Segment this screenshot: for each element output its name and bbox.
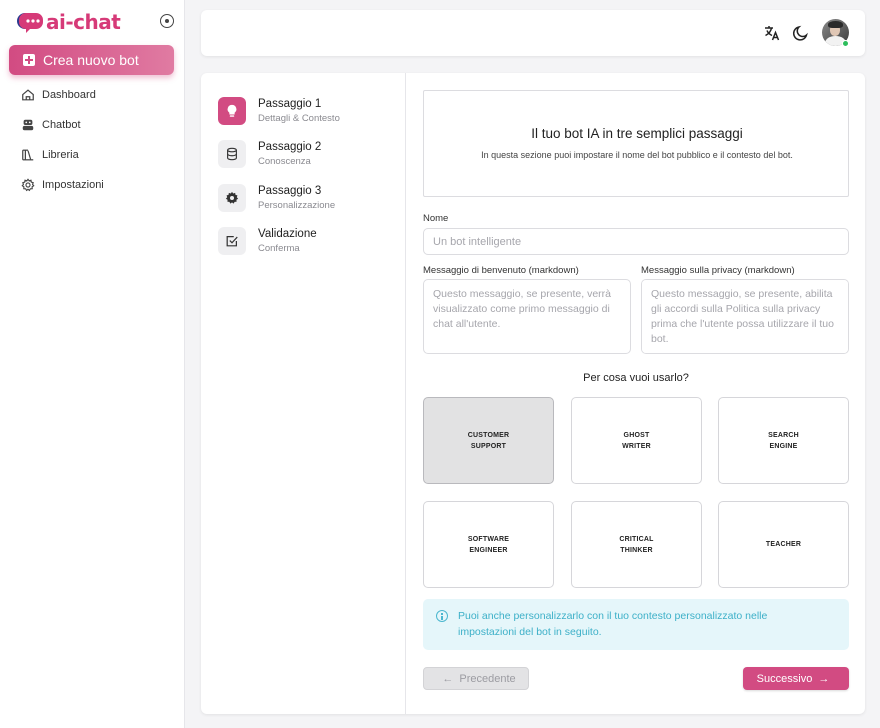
sidebar-item-chatbot[interactable]: Chatbot <box>0 110 184 140</box>
step-title: Passaggio 2 <box>258 141 322 153</box>
use-case-software-engineer[interactable]: SOFTWARE ENGINEER <box>423 501 554 588</box>
step-title: Passaggio 3 <box>258 185 322 197</box>
use-case-critical-thinker[interactable]: CRITICAL THINKER <box>571 501 702 588</box>
step-3[interactable]: Passaggio 3 Personalizzazione <box>218 184 398 216</box>
intro-subtitle: In questa sezione puoi impostare il nome… <box>481 150 793 160</box>
use-case-search-engine[interactable]: SEARCH ENGINE <box>718 397 849 484</box>
welcome-message-textarea[interactable] <box>423 279 631 354</box>
sidebar-item-libreria[interactable]: Libreria <box>0 140 184 170</box>
translate-icon[interactable] <box>763 24 781 42</box>
database-icon <box>218 140 246 168</box>
previous-button-label: Precedente <box>459 672 516 685</box>
library-icon <box>22 149 34 161</box>
privacy-message-label: Messaggio sulla privacy (markdown) <box>641 265 795 276</box>
create-new-bot-label: Crea nuovo bot <box>43 52 139 68</box>
step-title: Passaggio 1 <box>258 98 322 110</box>
arrow-left-icon: ← <box>442 672 454 685</box>
sidebar-item-impostazioni[interactable]: Impostazioni <box>0 170 184 200</box>
info-alert: Puoi anche personalizzarlo con il tuo co… <box>423 599 849 650</box>
gear-icon <box>21 178 35 192</box>
sidebar: ai-chat Crea nuovo bot Dashboard Chatbot… <box>0 0 185 728</box>
steps-list: Passaggio 1 Dettagli & Contesto Passaggi… <box>201 73 406 714</box>
online-status-badge <box>842 40 849 47</box>
step-title: Validazione <box>258 228 317 240</box>
step-subtitle: Conoscenza <box>258 156 311 167</box>
lightbulb-icon <box>218 97 246 125</box>
sidebar-toggle-icon[interactable] <box>160 14 174 28</box>
privacy-message-textarea[interactable] <box>641 279 849 354</box>
logo-text: ai-chat <box>46 10 121 34</box>
arrow-right-icon: → <box>818 672 830 685</box>
intro-title: Il tuo bot IA in tre semplici passaggi <box>531 126 743 141</box>
step-2[interactable]: Passaggio 2 Conoscenza <box>218 140 398 172</box>
next-button-label: Successivo <box>756 672 813 685</box>
use-case-title: Per cosa vuoi usarlo? <box>583 372 689 384</box>
step-subtitle: Dettagli & Contesto <box>258 113 340 124</box>
step-subtitle: Conferma <box>258 243 300 254</box>
plus-square-icon <box>23 54 35 66</box>
intro-box: Il tuo bot IA in tre semplici passaggi I… <box>423 90 849 197</box>
info-icon <box>436 610 448 622</box>
sidebar-item-dashboard[interactable]: Dashboard <box>0 80 184 110</box>
chat-bubble-logo-icon <box>16 10 44 34</box>
use-case-teacher[interactable]: TEACHER <box>718 501 849 588</box>
bot-name-input[interactable] <box>423 228 849 255</box>
use-case-ghost-writer[interactable]: GHOST WRITER <box>571 397 702 484</box>
bot-icon <box>22 119 34 131</box>
previous-button[interactable]: ← Precedente <box>423 667 529 690</box>
welcome-message-label: Messaggio di benvenuto (markdown) <box>423 265 579 276</box>
gear-icon <box>218 184 246 212</box>
sidebar-item-label: Impostazioni <box>42 179 104 191</box>
wizard-card: Passaggio 1 Dettagli & Contesto Passaggi… <box>201 73 865 714</box>
next-button[interactable]: Successivo → <box>743 667 849 690</box>
top-header <box>201 10 865 56</box>
step-validation[interactable]: Validazione Conferma <box>218 227 398 259</box>
sidebar-item-label: Libreria <box>42 149 79 161</box>
step-subtitle: Personalizzazione <box>258 200 336 211</box>
logo[interactable]: ai-chat <box>16 9 176 35</box>
checkbox-icon <box>218 227 246 255</box>
create-new-bot-button[interactable]: Crea nuovo bot <box>9 45 174 75</box>
step-1[interactable]: Passaggio 1 Dettagli & Contesto <box>218 97 398 129</box>
sidebar-nav: Dashboard Chatbot Libreria Impostazioni <box>0 80 184 200</box>
sidebar-item-label: Dashboard <box>42 89 96 101</box>
sidebar-item-label: Chatbot <box>42 119 81 131</box>
use-case-customer-support[interactable]: CUSTOMER SUPPORT <box>423 397 554 484</box>
name-label: Nome <box>423 213 449 224</box>
moon-icon[interactable] <box>792 24 810 42</box>
info-text: Puoi anche personalizzarlo con il tuo co… <box>458 610 768 638</box>
home-icon <box>22 89 34 101</box>
